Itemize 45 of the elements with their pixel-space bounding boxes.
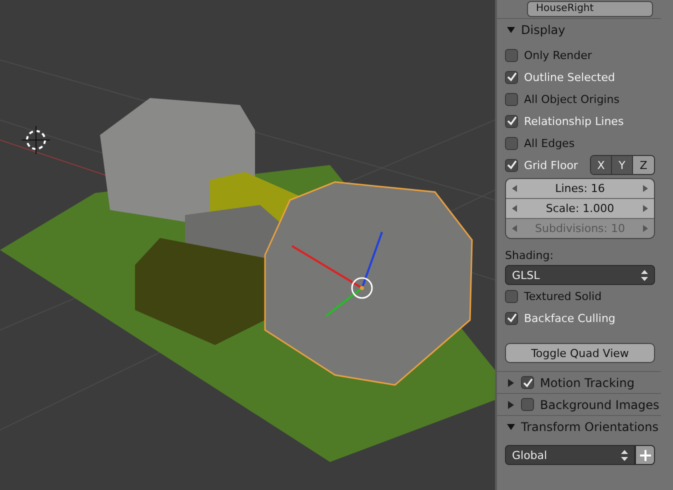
checkbox[interactable] xyxy=(505,92,518,106)
panel-title: Transform Orientations xyxy=(521,420,659,434)
checkbox-label: All Object Origins xyxy=(524,92,620,106)
right-arrow-icon[interactable] xyxy=(642,185,648,192)
panel-title: Background Images xyxy=(540,398,660,412)
right-arrow-icon[interactable] xyxy=(642,205,648,212)
orientation-dropdown[interactable]: Global xyxy=(505,445,635,465)
checkbox[interactable] xyxy=(505,290,518,302)
add-button[interactable] xyxy=(635,445,655,465)
shading-label: Shading: xyxy=(505,249,554,264)
plus-icon xyxy=(640,450,650,460)
checkbox[interactable] xyxy=(505,70,518,84)
axis-toggle[interactable]: Z xyxy=(633,156,654,174)
checkbox[interactable] xyxy=(521,376,534,389)
checkbox-label: Backface Culling xyxy=(524,312,616,324)
checkbox[interactable] xyxy=(505,312,518,324)
checkbox-label: Relationship Lines xyxy=(524,114,624,128)
checkbox[interactable] xyxy=(505,48,518,62)
checkbox[interactable] xyxy=(521,398,534,411)
up-down-arrows-icon xyxy=(641,270,648,280)
left-arrow-icon[interactable] xyxy=(512,185,517,192)
axis-toggle[interactable]: Y xyxy=(612,156,633,174)
checkbox[interactable] xyxy=(505,158,518,172)
object-name-field[interactable]: HouseRight xyxy=(527,1,653,17)
checkbox[interactable] xyxy=(505,114,518,128)
axis-toggle[interactable]: X xyxy=(591,156,612,174)
checkbox-label: Only Render xyxy=(524,48,592,62)
toggle-quad-view-button[interactable]: Toggle Quad View xyxy=(505,343,655,363)
shading-dropdown[interactable]: GLSL xyxy=(505,265,655,285)
checkbox-label: Grid Floor xyxy=(524,158,578,172)
panel-header[interactable]: Background Images xyxy=(497,394,661,415)
panel-header[interactable]: Motion Tracking xyxy=(497,372,661,393)
number-field[interactable]: Scale: 1.000 xyxy=(506,199,654,219)
panel-title: Display xyxy=(521,22,566,36)
3d-viewport-drawing[interactable] xyxy=(0,0,495,490)
checkbox[interactable] xyxy=(505,136,518,150)
checkbox-label: Textured Solid xyxy=(524,290,602,302)
panel-title: Motion Tracking xyxy=(540,376,634,390)
up-down-arrows-icon xyxy=(621,450,628,460)
panel-header[interactable]: Transform Orientations xyxy=(497,416,661,437)
left-arrow-icon[interactable] xyxy=(512,205,517,212)
checkbox-label: All Edges xyxy=(524,136,575,150)
panel-header[interactable]: Display xyxy=(497,19,661,40)
number-field[interactable]: Lines: 16 xyxy=(506,179,654,199)
checkbox-label: Outline Selected xyxy=(524,70,615,84)
